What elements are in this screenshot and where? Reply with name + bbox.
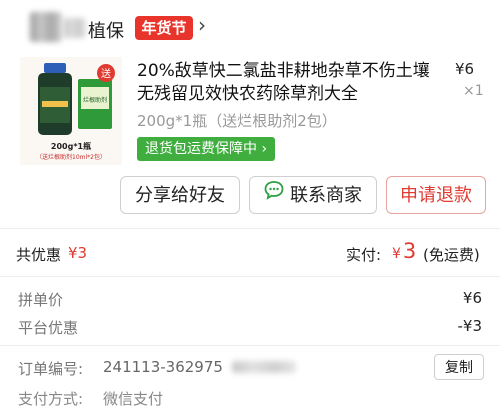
share-button-label: 分享给好友 <box>135 185 225 206</box>
shipping-note: (免运费) <box>423 246 480 264</box>
paid-currency: ¥ <box>392 246 401 262</box>
order-number-value: 241113-362975 <box>103 358 223 376</box>
share-button[interactable]: 分享给好友 <box>120 176 240 214</box>
store-logo-redacted <box>30 12 62 42</box>
payment-method-label: 支付方式: <box>18 390 84 408</box>
platform-discount-label: 平台优惠 <box>18 319 79 337</box>
platform-discount-value: -¥3 <box>457 317 483 335</box>
order-number-redacted <box>232 361 296 373</box>
discount-label: 共优惠 <box>16 246 62 264</box>
refund-button[interactable]: 申请退款 <box>386 176 486 214</box>
packet-label: 烂根助剂 <box>83 96 107 104</box>
product-spec: 200g*1瓶（送烂根助剂2包） <box>137 112 337 130</box>
group-price-value: ¥6 <box>462 289 482 307</box>
paid-amount-value: 3 <box>402 239 417 263</box>
product-price: ¥6 <box>455 60 475 78</box>
product-image-subcaption: （送烂根助剂10ml*2包） <box>36 154 106 161</box>
festival-badge: 年货节 <box>135 16 193 40</box>
contact-merchant-button[interactable]: 联系商家 <box>249 176 377 214</box>
divider <box>0 228 500 229</box>
product-image[interactable]: 烂根助剂 送 200g*1瓶 （送烂根助剂10ml*2包） <box>20 57 122 165</box>
discount-value: ¥3 <box>68 244 88 262</box>
chevron-right-icon[interactable]: › <box>198 13 206 37</box>
divider <box>0 276 500 277</box>
store-name-redacted <box>64 18 86 38</box>
product-image-caption: 200g*1瓶 <box>50 142 92 151</box>
sticker-text: 送 <box>101 67 111 80</box>
store-name[interactable]: 植保 <box>88 17 124 43</box>
refund-button-label: 申请退款 <box>400 185 472 206</box>
return-shipping-badge[interactable]: 退货包运费保障中 › <box>137 137 276 161</box>
copy-button[interactable]: 复制 <box>434 354 484 380</box>
product-title[interactable]: 20%敌草快二氯盐非耕地杂草不伤土壤无残留见效快农药除草剂大全 <box>137 60 437 106</box>
product-quantity: ×1 <box>463 83 484 99</box>
paid-amount: ¥3 <box>392 239 416 263</box>
paid-label: 实付: <box>346 246 382 264</box>
contact-merchant-label: 联系商家 <box>290 185 362 206</box>
group-price-label: 拼单价 <box>18 291 64 309</box>
order-number-label: 订单编号: <box>18 360 84 378</box>
chat-bubble-icon <box>264 176 284 214</box>
divider <box>0 345 500 346</box>
payment-method-value: 微信支付 <box>103 390 164 408</box>
